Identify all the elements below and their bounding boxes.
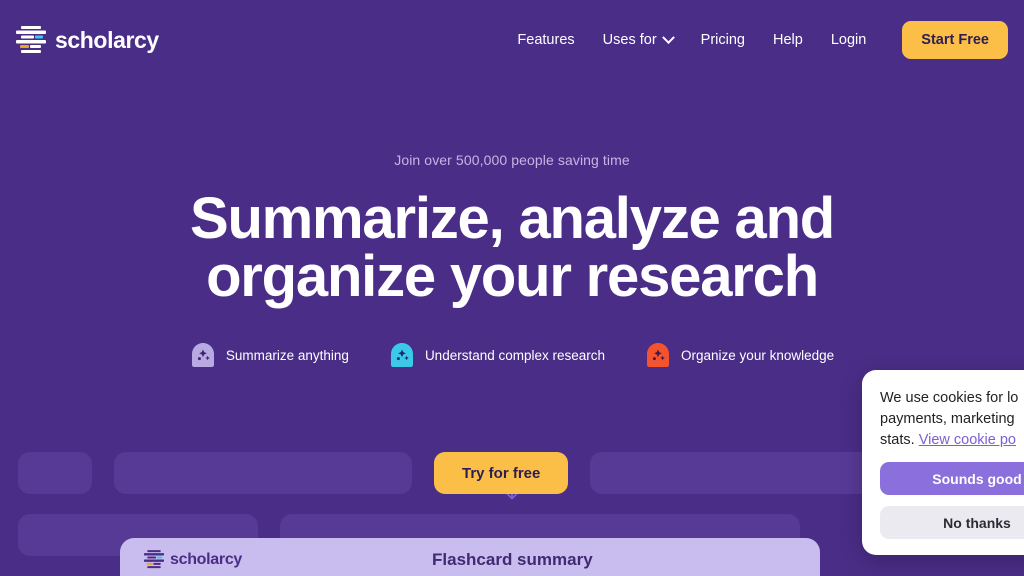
cookie-consent-banner: We use cookies for lo payments, marketin… — [862, 370, 1024, 556]
brand-name: scholarcy — [55, 26, 159, 53]
view-cookie-policy-link[interactable]: View cookie po — [919, 432, 1016, 448]
cookie-text-line-1: We use cookies for lo — [880, 390, 1019, 406]
feature-badge-label: Understand complex research — [424, 347, 606, 363]
feature-badge-organize: Organize your knowledge — [645, 342, 834, 368]
preview-heading: Flashcard summary — [432, 550, 593, 569]
brand-logo[interactable]: scholarcy — [16, 26, 159, 54]
feature-badge-summarize: Summarize anything — [190, 342, 349, 368]
try-for-free-button[interactable]: Try for free — [434, 452, 569, 494]
chevron-down-icon — [661, 30, 675, 44]
feature-badge-understand: Understand complex research — [389, 342, 605, 368]
cookie-text-prefix: stats. — [880, 432, 919, 449]
preview-brand-logo: scholarcy — [144, 550, 242, 569]
hero-feature-list: Summarize anything Understand complex re… — [0, 342, 1024, 368]
sparkle-badge-icon — [390, 343, 413, 367]
cookie-text-line-2: payments, marketing — [880, 411, 1015, 428]
placeholder-block — [590, 452, 881, 494]
nav-item-uses-for[interactable]: Uses for — [589, 24, 687, 56]
cookie-decline-button[interactable]: No thanks — [880, 506, 1024, 540]
site-header: scholarcy Features Uses for Pricing Help… — [0, 0, 1024, 80]
placeholder-block — [114, 452, 412, 494]
hero-title-line-2: organize your research — [206, 244, 819, 309]
preview-brand-name: scholarcy — [170, 550, 243, 568]
cookie-accept-button[interactable]: Sounds good — [880, 462, 1024, 496]
sparkle-badge-icon — [647, 343, 670, 367]
hero-eyebrow: Join over 500,000 people saving time — [394, 152, 630, 168]
hero-title: Summarize, analyze and organize your res… — [0, 190, 1024, 306]
sparkle-badge-icon — [191, 343, 214, 367]
nav-item-features[interactable]: Features — [503, 24, 588, 56]
scholarcy-logo-icon — [16, 26, 46, 53]
hero-title-line-1: Summarize, analyze and — [189, 186, 835, 251]
main-navigation: Features Uses for Pricing Help Login Sta… — [503, 21, 1008, 59]
nav-item-label: Features — [517, 32, 575, 48]
scholarcy-logo-icon — [144, 550, 164, 569]
cookie-text-line-3: stats. View cookie po — [880, 430, 1024, 451]
feature-badge-label: Organize your knowledge — [681, 347, 835, 363]
start-free-button[interactable]: Start Free — [902, 21, 1008, 59]
nav-item-label: Login — [830, 32, 867, 48]
nav-item-pricing[interactable]: Pricing — [687, 24, 759, 56]
nav-item-label: Help — [772, 32, 803, 48]
feature-badge-label: Summarize anything — [225, 347, 349, 363]
cookie-banner-text: We use cookies for lo payments, marketin… — [880, 388, 1024, 451]
nav-item-label: Pricing — [700, 32, 745, 48]
placeholder-block — [18, 452, 92, 494]
product-preview-card[interactable]: scholarcy Flashcard summary — [120, 538, 820, 576]
nav-item-help[interactable]: Help — [759, 24, 817, 56]
nav-item-login[interactable]: Login — [817, 24, 880, 56]
nav-item-label: Uses for — [602, 32, 657, 48]
